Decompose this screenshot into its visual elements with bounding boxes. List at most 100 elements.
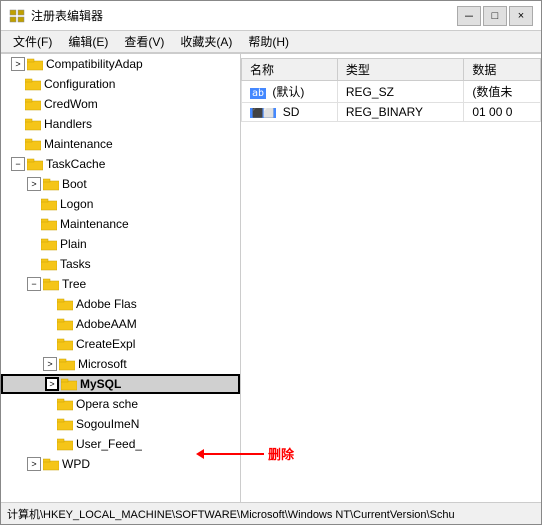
folder-icon-config	[25, 77, 41, 91]
registry-table: 名称 类型 数据 ab (默认) REG_SZ (数值未	[241, 58, 541, 122]
folder-icon-taskcache	[27, 157, 43, 171]
tree-label-handlers: Handlers	[44, 117, 92, 131]
minimize-button[interactable]: －	[457, 6, 481, 26]
folder-icon-handlers	[25, 117, 41, 131]
registry-editor-window: 注册表编辑器 － □ × 文件(F) 编辑(E) 查看(V) 收藏夹(A) 帮助…	[0, 0, 542, 525]
tree-item-microsoft[interactable]: > Microsoft	[1, 354, 240, 374]
col-name: 名称	[242, 59, 338, 81]
folder-icon-adobeaam	[57, 317, 73, 331]
expand-compat[interactable]: >	[11, 57, 25, 71]
menu-favorites[interactable]: 收藏夹(A)	[172, 31, 240, 52]
tree-item-maintenance2[interactable]: Maintenance	[1, 214, 240, 234]
registry-values-panel: 名称 类型 数据 ab (默认) REG_SZ (数值未	[241, 54, 541, 502]
tree-label-adobeaam: AdobeAAM	[76, 317, 137, 331]
cell-type-sd: REG_BINARY	[337, 103, 463, 122]
tree-label-user-feed: User_Feed_	[76, 437, 142, 451]
tree-item-mysql[interactable]: > MySQL	[1, 374, 240, 394]
menu-help[interactable]: 帮助(H)	[240, 31, 297, 52]
tree-label-credwom: CredWom	[44, 97, 98, 111]
expand-boot[interactable]: >	[27, 177, 41, 191]
expand-wpd[interactable]: >	[27, 457, 41, 471]
folder-icon-tasks	[41, 257, 57, 271]
tree-label-compat: CompatibilityAdap	[46, 57, 143, 71]
expand-mysql[interactable]: >	[45, 377, 59, 391]
tree-item-maintenance[interactable]: Maintenance	[1, 134, 240, 154]
folder-icon-maintenance2	[41, 217, 57, 231]
tree-item-plain[interactable]: Plain	[1, 234, 240, 254]
folder-icon-tree	[43, 277, 59, 291]
menu-view[interactable]: 查看(V)	[116, 31, 172, 52]
cell-type-default: REG_SZ	[337, 81, 463, 103]
expand-tree[interactable]: −	[27, 277, 41, 291]
folder-icon-opera	[57, 397, 73, 411]
menu-file[interactable]: 文件(F)	[5, 31, 60, 52]
tree-label-sogoulme: SogouImeN	[76, 417, 139, 431]
app-icon	[9, 8, 25, 24]
folder-icon-sogoulme	[57, 417, 73, 431]
tree-item-opera[interactable]: Opera sche	[1, 394, 240, 414]
table-row[interactable]: ⬛⬜ SD REG_BINARY 01 00 0	[242, 103, 541, 122]
status-path: 计算机\HKEY_LOCAL_MACHINE\SOFTWARE\Microsof…	[7, 506, 455, 522]
cell-data-sd: 01 00 0	[464, 103, 541, 122]
expand-taskcache[interactable]: −	[11, 157, 25, 171]
tree-label-boot: Boot	[62, 177, 87, 191]
maximize-button[interactable]: □	[483, 6, 507, 26]
tree-label-config: Configuration	[44, 77, 115, 91]
tree-label-tasks: Tasks	[60, 257, 91, 271]
tree-item-config[interactable]: Configuration	[1, 74, 240, 94]
tree-item-tasks[interactable]: Tasks	[1, 254, 240, 274]
col-type: 类型	[337, 59, 463, 81]
folder-icon-user-feed	[57, 437, 73, 451]
tree-label-maintenance2: Maintenance	[60, 217, 129, 231]
table-row[interactable]: ab (默认) REG_SZ (数值未	[242, 81, 541, 103]
tree-label-taskcache: TaskCache	[46, 157, 105, 171]
tree-label-plain: Plain	[60, 237, 87, 251]
tree-item-adobeaam[interactable]: AdobeAAM	[1, 314, 240, 334]
folder-icon-plain	[41, 237, 57, 251]
tree-item-handlers[interactable]: Handlers	[1, 114, 240, 134]
main-area: > CompatibilityAdap Configuration	[1, 53, 541, 502]
tree-item-user-feed[interactable]: User_Feed_	[1, 434, 240, 454]
folder-icon-boot	[43, 177, 59, 191]
close-button[interactable]: ×	[509, 6, 533, 26]
tree-label-microsoft: Microsoft	[78, 357, 127, 371]
folder-icon-createexpl	[57, 337, 73, 351]
col-data: 数据	[464, 59, 541, 81]
folder-icon-maintenance	[25, 137, 41, 151]
tree-item-wpd[interactable]: > WPD	[1, 454, 240, 474]
folder-icon-logon	[41, 197, 57, 211]
tree-label-logon: Logon	[60, 197, 93, 211]
cell-name-default: ab (默认)	[242, 81, 338, 103]
tree-item-sogoulme[interactable]: SogouImeN	[1, 414, 240, 434]
expand-microsoft[interactable]: >	[43, 357, 57, 371]
title-controls: － □ ×	[457, 6, 533, 26]
tree-item-boot[interactable]: > Boot	[1, 174, 240, 194]
menu-bar: 文件(F) 编辑(E) 查看(V) 收藏夹(A) 帮助(H)	[1, 31, 541, 53]
folder-icon-microsoft	[59, 357, 75, 371]
cell-name-sd: ⬛⬜ SD	[242, 103, 338, 122]
tree-item-adobe-flas[interactable]: Adobe Flas	[1, 294, 240, 314]
folder-icon-mysql	[61, 377, 77, 391]
tree-label-tree: Tree	[62, 277, 86, 291]
tree-label-maintenance: Maintenance	[44, 137, 113, 151]
tree-item-compat[interactable]: > CompatibilityAdap	[1, 54, 240, 74]
tree-item-tree[interactable]: − Tree	[1, 274, 240, 294]
folder-icon-credwom	[25, 97, 41, 111]
folder-icon-compat	[27, 57, 43, 71]
registry-tree[interactable]: > CompatibilityAdap Configuration	[1, 54, 241, 502]
title-bar-left: 注册表编辑器	[9, 7, 103, 24]
folder-icon-wpd	[43, 457, 59, 471]
title-text: 注册表编辑器	[31, 7, 103, 24]
cell-data-default: (数值未	[464, 81, 541, 103]
tree-label-mysql: MySQL	[80, 377, 121, 391]
tree-label-opera: Opera sche	[76, 397, 138, 411]
status-bar: 计算机\HKEY_LOCAL_MACHINE\SOFTWARE\Microsof…	[1, 502, 541, 524]
tree-item-taskcache[interactable]: − TaskCache	[1, 154, 240, 174]
tree-item-credwom[interactable]: CredWom	[1, 94, 240, 114]
tree-item-logon[interactable]: Logon	[1, 194, 240, 214]
tree-label-adobe-flas: Adobe Flas	[76, 297, 137, 311]
tree-label-createexpl: CreateExpl	[76, 337, 135, 351]
menu-edit[interactable]: 编辑(E)	[60, 31, 116, 52]
tree-item-createexpl[interactable]: CreateExpl	[1, 334, 240, 354]
folder-icon-adobe	[57, 297, 73, 311]
